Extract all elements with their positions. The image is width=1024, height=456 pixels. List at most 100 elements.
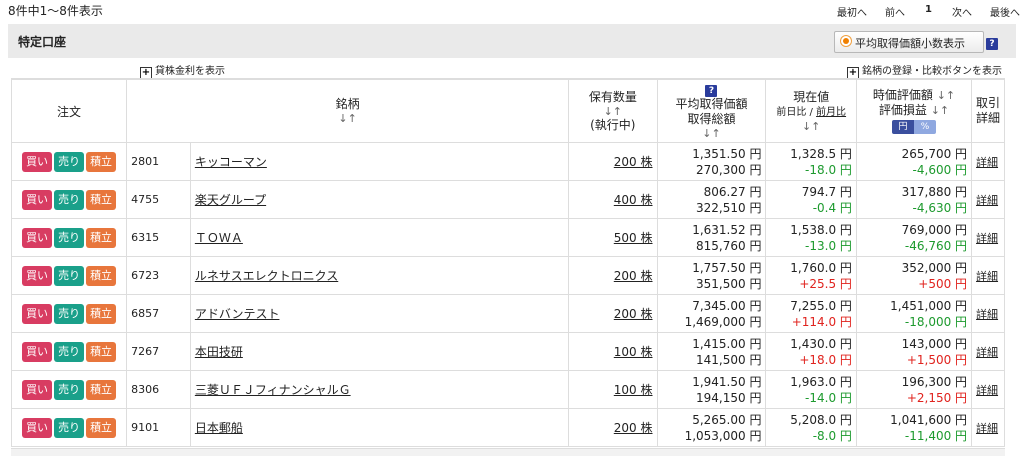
unit-percent-button[interactable]: % [913,120,936,134]
pager-next-link[interactable]: 次へ [952,4,972,19]
accumulate-button[interactable]: 積立 [86,265,117,286]
market-value: 1,451,000 円 [890,298,968,313]
detail-link[interactable]: 詳細 [976,156,998,169]
avg-price: 1,757.50 円 [692,260,762,275]
sell-button[interactable]: 売り [54,341,85,362]
holding-qty-link[interactable]: 100 株 [614,345,653,359]
holding-qty-link[interactable]: 200 株 [614,269,653,283]
help-icon[interactable]: ? [705,85,718,97]
stock-name-link[interactable]: キッコーマン [195,155,267,169]
col-holding[interactable]: 保有数量 ↓↑ (執行中) [568,78,658,143]
sort-icon[interactable]: ↓↑ [569,105,656,118]
stock-code: 2801 [126,142,191,181]
detail-link[interactable]: 詳細 [976,308,998,321]
avg-price-cell: 1,757.50 円 351,500 円 [656,256,767,295]
detail-link[interactable]: 詳細 [976,422,998,435]
detail-link[interactable]: 詳細 [976,384,998,397]
avg-price-cell: 5,265.00 円 1,053,000 円 [656,408,767,447]
stock-name-link[interactable]: アドバンテスト [195,307,280,321]
buy-button[interactable]: 買い [22,303,53,324]
register-compare-toggle[interactable]: + 銘柄の登録・比較ボタンを表示 [847,62,1002,79]
sort-icon[interactable]: ↓↑ [931,104,949,117]
accumulate-button[interactable]: 積立 [86,379,117,400]
current-price-cell: 1,430.0 円 +18.0 円 [765,332,857,371]
stock-name-link[interactable]: 日本郵船 [195,421,243,435]
detail-link[interactable]: 詳細 [976,194,998,207]
unit-yen-button[interactable]: 円 [891,120,914,134]
col-valuation[interactable]: 時価評価額 ↓↑ 評価損益 ↓↑ 円 % [855,78,973,143]
valuation-cell: 769,000 円 -46,760 円 [855,218,973,257]
stock-code: 7267 [126,332,191,371]
current-price-cell: 1,328.5 円 -18.0 円 [765,142,857,181]
month-change-link[interactable]: 前月比 [816,107,846,118]
accumulate-button[interactable]: 積立 [86,417,117,438]
buy-button[interactable]: 買い [22,189,53,210]
sell-button[interactable]: 売り [54,189,85,210]
sort-icon[interactable]: ↓↑ [127,112,568,125]
buy-button[interactable]: 買い [22,151,53,172]
holding-qty-cell: 200 株 [568,408,658,447]
stock-name-link[interactable]: 本田技研 [195,345,243,359]
holding-qty-link[interactable]: 200 株 [614,155,653,169]
holding-qty-link[interactable]: 400 株 [614,193,653,207]
change-toggle: 前日比 / 前月比 [766,105,855,120]
stock-name-link[interactable]: ルネサスエレクトロニクス [195,269,338,283]
pager-last-link[interactable]: 最後へ [990,4,1020,19]
sort-icon[interactable]: ↓↑ [658,127,766,140]
stock-name-link[interactable]: 三菱ＵＦＪフィナンシャルＧ [195,383,351,397]
holding-qty-link[interactable]: 500 株 [614,231,653,245]
holding-qty-link[interactable]: 200 株 [614,421,653,435]
sell-button[interactable]: 売り [54,227,85,248]
pager-prev-link[interactable]: 前へ [885,4,905,19]
current-price: 1,760.0 円 [790,260,852,275]
stock-name-link[interactable]: 楽天グループ [195,193,266,207]
total-cost: 194,150 円 [696,390,762,405]
avg-decimal-toggle-button[interactable]: 平均取得価額小数表示 [834,31,984,53]
current-price: 7,255.0 円 [790,298,852,313]
sort-icon[interactable]: ↓↑ [937,89,955,102]
detail-link[interactable]: 詳細 [976,232,998,245]
day-change: -18.0 円 [805,162,852,177]
sell-button[interactable]: 売り [54,303,85,324]
detail-cell: 詳細 [971,180,1005,219]
avg-price-cell: 1,631.52 円 815,760 円 [656,218,767,257]
stock-name-cell: アドバンテスト [189,294,570,333]
pnl-unit-toggle[interactable]: 円 % [891,120,936,134]
holding-qty-link[interactable]: 100 株 [614,383,653,397]
sell-button[interactable]: 売り [54,417,85,438]
holding-qty-link[interactable]: 200 株 [614,307,653,321]
holding-qty-cell: 200 株 [568,256,658,295]
sell-button[interactable]: 売り [54,265,85,286]
pager-first-link[interactable]: 最初へ [837,4,867,19]
lending-rate-toggle[interactable]: + 貸株金利を表示 [140,62,225,79]
col-stock-label: 銘柄 [335,97,360,111]
sort-icon[interactable]: ↓↑ [766,120,855,133]
detail-link[interactable]: 詳細 [976,270,998,283]
stock-name-link[interactable]: ＴＯＷＡ [195,231,243,245]
avg-price: 1,941.50 円 [692,374,762,389]
accumulate-button[interactable]: 積立 [86,227,117,248]
help-icon[interactable]: ? [986,38,998,50]
market-value: 317,880 円 [901,184,968,199]
col-avg-price[interactable]: ? 平均取得価額 取得総額 ↓↑ [656,78,767,143]
day-change: +25.5 円 [799,276,852,291]
order-buttons: 買い 売り 積立 [10,294,128,333]
unrealized-pnl: +500 円 [918,276,968,291]
sell-button[interactable]: 売り [54,379,85,400]
total-cost: 1,469,000 円 [684,314,762,329]
unrealized-pnl: -11,400 円 [904,428,968,443]
buy-button[interactable]: 買い [22,379,53,400]
buy-button[interactable]: 買い [22,417,53,438]
sell-button[interactable]: 売り [54,151,85,172]
accumulate-button[interactable]: 積立 [86,189,117,210]
unrealized-pnl: +1,500 円 [906,352,968,367]
col-current[interactable]: 現在値 前日比 / 前月比 ↓↑ [765,78,857,143]
col-stock[interactable]: 銘柄 ↓↑ [126,78,570,143]
buy-button[interactable]: 買い [22,227,53,248]
buy-button[interactable]: 買い [22,341,53,362]
accumulate-button[interactable]: 積立 [86,151,117,172]
detail-link[interactable]: 詳細 [976,346,998,359]
accumulate-button[interactable]: 積立 [86,341,117,362]
buy-button[interactable]: 買い [22,265,53,286]
accumulate-button[interactable]: 積立 [86,303,117,324]
